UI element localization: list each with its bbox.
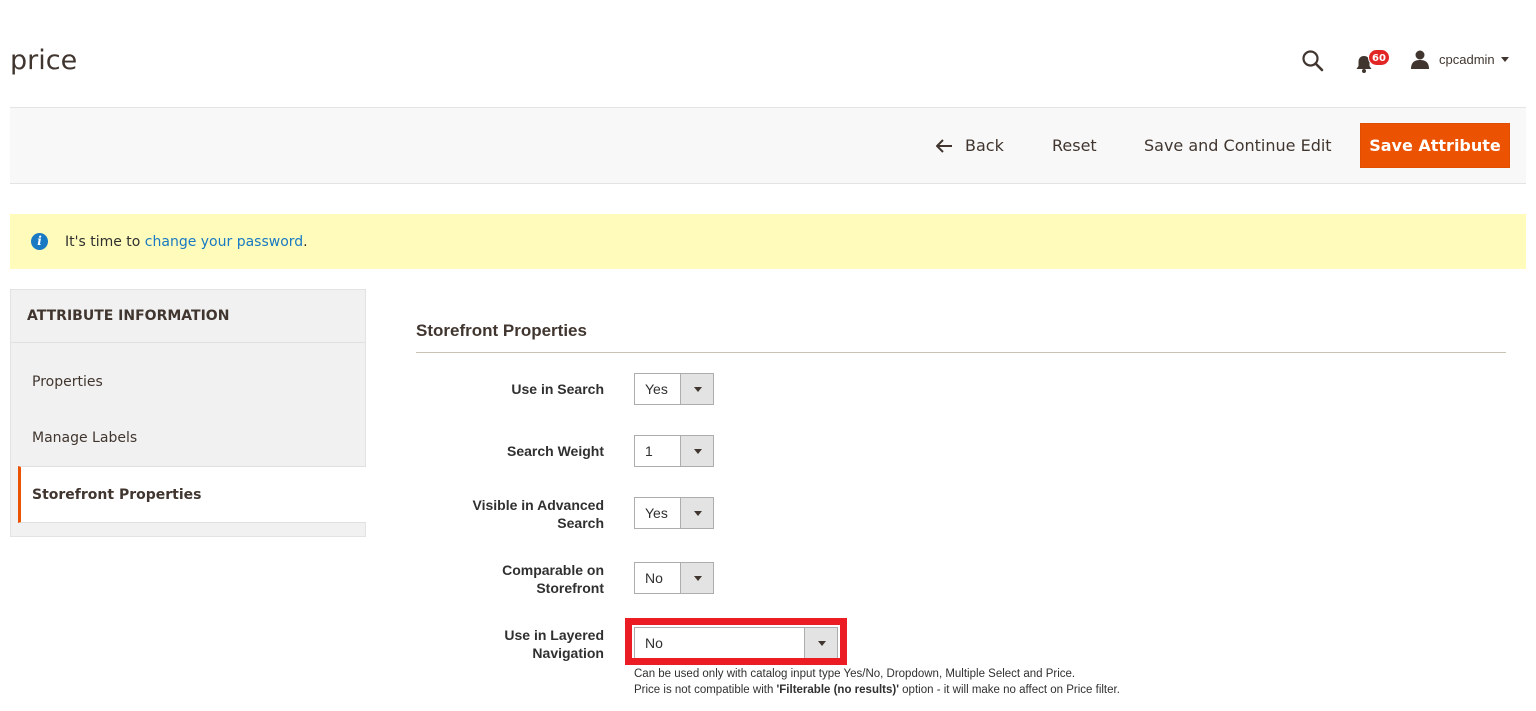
- use-in-search-value: Yes: [645, 381, 668, 397]
- chevron-down-icon: [1500, 56, 1509, 62]
- visible-advanced-search-label: Visible in Advanced Search: [472, 497, 605, 531]
- note-line-1: Can be used only with catalog input type…: [634, 668, 1076, 680]
- change-password-link[interactable]: change your password: [145, 234, 303, 250]
- section-divider: [416, 352, 1506, 353]
- comparable-storefront-label: Comparable on Storefront: [502, 562, 604, 596]
- search-weight-value: 1: [645, 443, 653, 459]
- search-icon[interactable]: [1301, 49, 1325, 73]
- sidebar-item-manage-labels[interactable]: Manage Labels: [11, 410, 365, 466]
- sidebar-item-storefront-properties[interactable]: Storefront Properties: [18, 466, 366, 523]
- note-line-2: Price is not compatible with 'Filterable…: [634, 682, 1120, 698]
- chevron-down-icon: [680, 498, 713, 528]
- chevron-down-icon: [680, 563, 713, 593]
- search-weight-label: Search Weight: [507, 443, 604, 459]
- use-in-search-label: Use in Search: [511, 381, 604, 397]
- save-attribute-button[interactable]: Save Attribute: [1360, 123, 1510, 168]
- chevron-down-icon: [680, 436, 713, 466]
- chevron-down-icon: [680, 374, 713, 404]
- search-weight-select[interactable]: 1: [634, 435, 714, 467]
- comparable-storefront-select[interactable]: No: [634, 562, 714, 594]
- attribute-sidebar: ATTRIBUTE INFORMATION Properties Manage …: [10, 289, 366, 537]
- notifications-bell[interactable]: 60: [1354, 49, 1390, 75]
- notification-count-badge: 60: [1368, 49, 1390, 66]
- page-actions-bar: Back Reset Save and Continue Edit Save A…: [10, 107, 1526, 184]
- user-icon: [1411, 50, 1429, 69]
- notice-text: It's time to change your password.: [65, 234, 308, 250]
- sidebar-item-properties[interactable]: Properties: [11, 353, 365, 410]
- password-notice: i It's time to change your password.: [10, 214, 1526, 269]
- visible-advanced-search-select[interactable]: Yes: [634, 497, 714, 529]
- comparable-storefront-value: No: [645, 570, 663, 586]
- info-icon: i: [31, 233, 48, 250]
- layered-navigation-label: Use in Layered Navigation: [504, 627, 604, 661]
- back-button[interactable]: Back: [936, 108, 1004, 183]
- user-name: cpcadmin: [1439, 51, 1495, 67]
- arrow-left-icon: [936, 138, 952, 153]
- notice-suffix: .: [303, 233, 308, 250]
- visible-advanced-search-value: Yes: [645, 505, 668, 521]
- back-label: Back: [965, 136, 1004, 155]
- note-line-2-bold: 'Filterable (no results)': [776, 684, 899, 696]
- user-menu[interactable]: cpcadmin: [1410, 48, 1509, 70]
- sidebar-title: ATTRIBUTE INFORMATION: [11, 290, 365, 343]
- highlight-box: [625, 618, 847, 665]
- note-line-2-suffix: option - it will make no affect on Price…: [898, 684, 1120, 696]
- notice-prefix: It's time to: [65, 233, 145, 250]
- use-in-search-select[interactable]: Yes: [634, 373, 714, 405]
- page-title: price: [10, 45, 78, 76]
- save-and-continue-button[interactable]: Save and Continue Edit: [1144, 108, 1332, 183]
- layered-navigation-note: Can be used only with catalog input type…: [634, 666, 1120, 698]
- section-title: Storefront Properties: [416, 321, 587, 340]
- reset-button[interactable]: Reset: [1052, 108, 1097, 183]
- note-line-2-prefix: Price is not compatible with: [634, 684, 777, 696]
